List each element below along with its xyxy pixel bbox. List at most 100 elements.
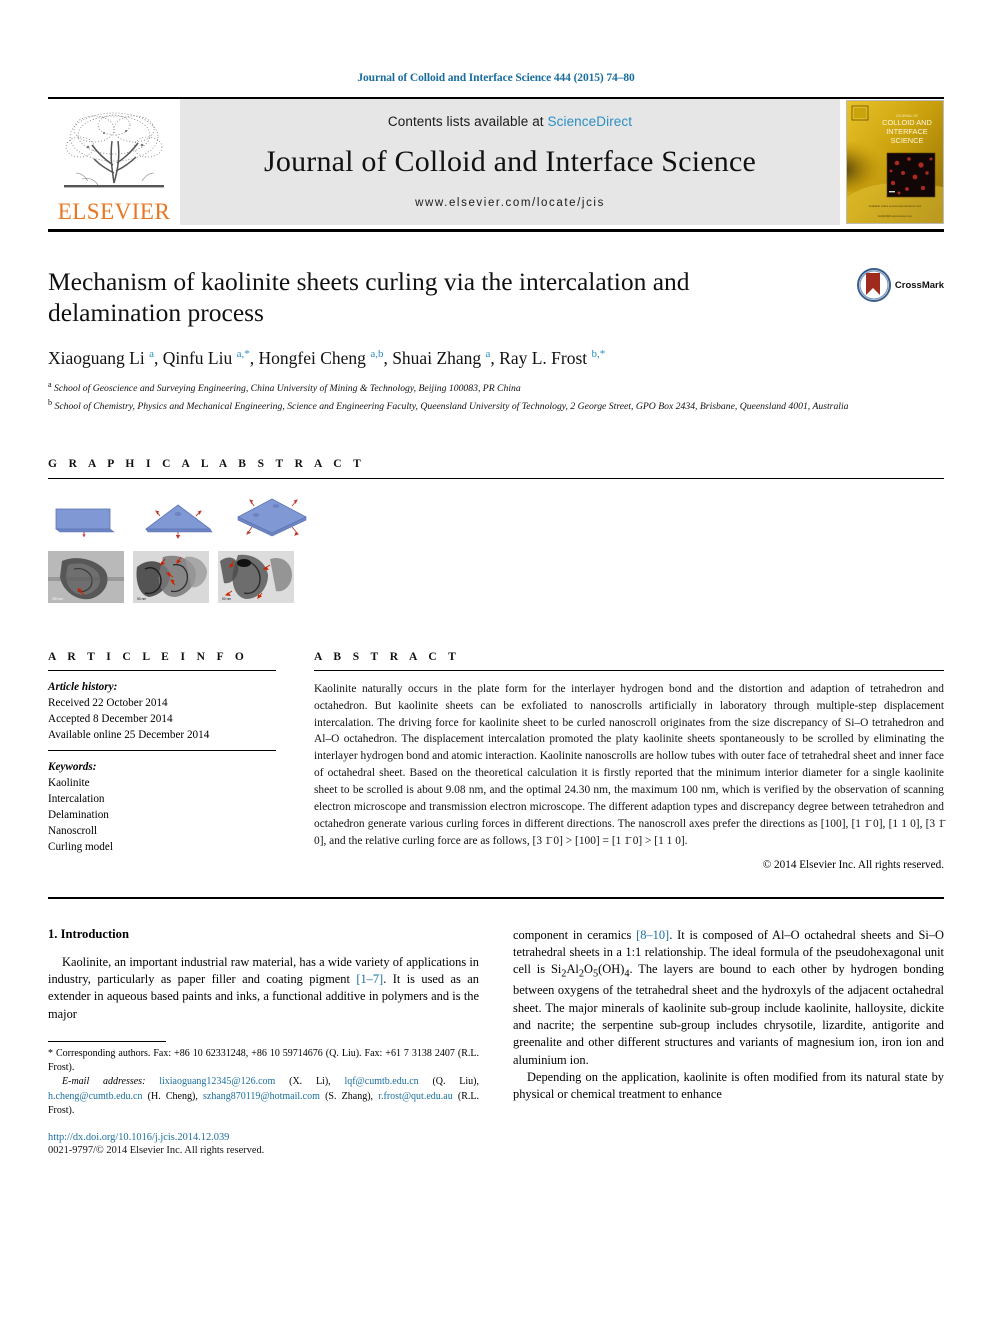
elsevier-tree-icon [64, 112, 164, 188]
elsevier-logo: ELSEVIER [48, 99, 180, 225]
keyword-item: Delamination [48, 809, 109, 822]
footnote-rule [48, 1041, 166, 1042]
email-addresses-note: E-mail addresses: lixiaoguang12345@126.c… [48, 1075, 479, 1118]
footnote-block: * Corresponding authors. Fax: +86 10 623… [48, 1041, 479, 1156]
keyword-item: Nanoscroll [48, 825, 98, 838]
citation-1-7[interactable]: [1–7] [356, 972, 383, 986]
keyword-item: Curling model [48, 840, 113, 853]
history-received: Received 22 October 2014 [48, 696, 168, 709]
footnote-text: * Corresponding authors. Fax: +86 10 623… [48, 1047, 479, 1118]
kaolinite-triangular-sheet-diagram [144, 504, 213, 539]
affiliations: a School of Geoscience and Surveying Eng… [48, 379, 944, 414]
affiliation-a-text: School of Geoscience and Surveying Engin… [54, 383, 521, 395]
title-block: Mechanism of kaolinite sheets curling vi… [48, 266, 944, 414]
graphical-abstract-figures: 200 nm 50 nm 50 nm [48, 493, 944, 603]
citation-8-10[interactable]: [8–10] [636, 928, 669, 942]
abstract-heading: A B S T R A C T [314, 650, 461, 663]
page-title: Mechanism of kaolinite sheets curling vi… [48, 267, 690, 328]
sciencedirect-link[interactable]: ScienceDirect [548, 114, 633, 129]
keyword-item: Intercalation [48, 793, 105, 806]
email-link[interactable]: lqf@cumtb.edu.cn [344, 1076, 418, 1087]
svg-text:50 nm: 50 nm [222, 597, 231, 601]
keyword-item: Kaolinite [48, 777, 90, 790]
body-column-left: 1. Introduction Kaolinite, an important … [48, 927, 479, 1156]
intro-paragraph-left: Kaolinite, an important industrial raw m… [48, 954, 479, 1023]
issn-copyright: 0021-9797/© 2014 Elsevier Inc. All right… [48, 1144, 265, 1156]
introduction-heading: 1. Introduction [48, 926, 129, 941]
running-head: Journal of Colloid and Interface Science… [357, 72, 635, 84]
contents-banner: Contents lists available at ScienceDirec… [180, 99, 840, 225]
tem-image-row: 200 nm 50 nm 50 nm [48, 550, 944, 603]
article-info-heading: A R T I C L E I N F O [48, 650, 249, 663]
tem-micrograph-1: 200 nm [48, 550, 124, 603]
contents-prefix: Contents lists available at [387, 113, 548, 129]
section-divider-rule [48, 896, 944, 899]
svg-text:COLLOID AND: COLLOID AND [882, 118, 932, 127]
journal-cover-thumbnail[interactable]: JOURNAL OF COLLOID AND INTERFACE SCIENCE [846, 100, 944, 224]
affiliation-b-text: School of Chemistry, Physics and Mechani… [54, 400, 849, 412]
email-link[interactable]: h.cheng@cumtb.edu.cn [48, 1091, 142, 1102]
crossmark-icon [856, 268, 891, 302]
svg-text:200 nm: 200 nm [52, 597, 63, 601]
email-link[interactable]: r.frost@qut.edu.au [378, 1091, 452, 1102]
keywords-block: Keywords: Kaolinite Intercalation Delami… [48, 760, 276, 855]
contents-line: Contents lists available at ScienceDirec… [388, 114, 632, 129]
svg-text:Available online at www.scienc: Available online at www.sciencedirect.co… [869, 204, 922, 208]
tem-micrograph-2: 50 nm [133, 550, 209, 603]
svg-text:50 nm: 50 nm [137, 597, 146, 601]
email-owner: (H. Cheng), [142, 1090, 204, 1102]
author-list: Xiaoguang Li a, Qinfu Liu a,*, Hongfei C… [48, 348, 606, 369]
affiliation-b: b School of Chemistry, Physics and Mecha… [48, 397, 944, 414]
intro-paragraph-right-1: component in ceramics [8–10]. It is comp… [513, 927, 944, 1069]
crossmark-label: CrossMark [894, 279, 944, 291]
article-history: Article history: Received 22 October 201… [48, 680, 276, 744]
article-info-rule-mid [48, 750, 276, 752]
corresponding-authors-note: * Corresponding authors. Fax: +86 10 623… [48, 1048, 479, 1074]
journal-cover-cell: JOURNAL OF COLLOID AND INTERFACE SCIENCE [840, 99, 944, 225]
intro-right-part1: component in ceramics [513, 927, 637, 942]
kaolinite-rhombic-sheet-diagram [237, 498, 307, 537]
abstract-copyright: © 2014 Elsevier Inc. All rights reserved… [762, 858, 944, 871]
masthead-bottom-rule [48, 229, 944, 232]
journal-masthead: ELSEVIER Contents lists available at Sci… [48, 99, 944, 225]
graphical-abstract-rule [48, 477, 944, 479]
paper-page: Journal of Colloid and Interface Science… [0, 0, 992, 1323]
journal-url[interactable]: www.elsevier.com/locate/jcis [415, 197, 605, 209]
cover-art: JOURNAL OF COLLOID AND INTERFACE SCIENCE [847, 101, 943, 223]
email-owner: (Q. Liu), [418, 1076, 479, 1088]
body-columns: 1. Introduction Kaolinite, an important … [48, 927, 944, 1156]
diagram-row [48, 493, 944, 541]
svg-text:INTERFACE: INTERFACE [886, 127, 928, 136]
article-history-label: Article history: [48, 680, 118, 693]
email-owner: (X. Li), [275, 1076, 345, 1088]
journal-title: Journal of Colloid and Interface Science [264, 144, 756, 178]
intro-right-part2: . It is composed of Al–O octahedral shee… [513, 927, 945, 1067]
article-info-rule-top [48, 669, 276, 671]
history-accepted: Accepted 8 December 2014 [48, 712, 173, 725]
svg-text:ELSEVIER www.elsevier.com: ELSEVIER www.elsevier.com [878, 214, 912, 218]
graphical-abstract-heading: G R A P H I C A L A B S T R A C T [48, 457, 366, 470]
doi-link[interactable]: http://dx.doi.org/10.1016/j.jcis.2014.12… [48, 1132, 479, 1143]
abstract-text: Kaolinite naturally occurs in the plate … [314, 682, 944, 847]
email-owner: (S. Zhang), [319, 1090, 379, 1102]
affiliation-mark-a: a [48, 380, 52, 390]
affiliation-mark-b: b [48, 397, 53, 407]
email-link[interactable]: szhang870119@hotmail.com [203, 1091, 320, 1102]
tem-micrograph-3: 50 nm [218, 550, 294, 603]
kaolinite-flat-sheet-diagram [55, 508, 115, 537]
abstract-column: A B S T R A C T Kaolinite naturally occu… [314, 651, 944, 871]
email-label: E-mail addresses: [62, 1076, 146, 1088]
intro-paragraph-right-2: Depending on the application, kaolinite … [513, 1070, 944, 1102]
abstract-rule [314, 669, 944, 671]
body-column-right: component in ceramics [8–10]. It is comp… [513, 927, 944, 1156]
keywords-label: Keywords: [48, 761, 97, 774]
article-info-column: A R T I C L E I N F O Article history: R… [48, 651, 276, 871]
crossmark-badge[interactable]: CrossMark [856, 268, 944, 302]
affiliation-a: a School of Geoscience and Surveying Eng… [48, 379, 944, 396]
info-abstract-block: A R T I C L E I N F O Article history: R… [48, 651, 944, 871]
history-online: Available online 25 December 2014 [48, 728, 210, 741]
graphical-abstract-section: G R A P H I C A L A B S T R A C T 200 nm… [48, 458, 944, 603]
svg-text:SCIENCE: SCIENCE [891, 136, 924, 145]
elsevier-wordmark: ELSEVIER [57, 199, 171, 224]
email-link[interactable]: lixiaoguang12345@126.com [159, 1076, 275, 1087]
